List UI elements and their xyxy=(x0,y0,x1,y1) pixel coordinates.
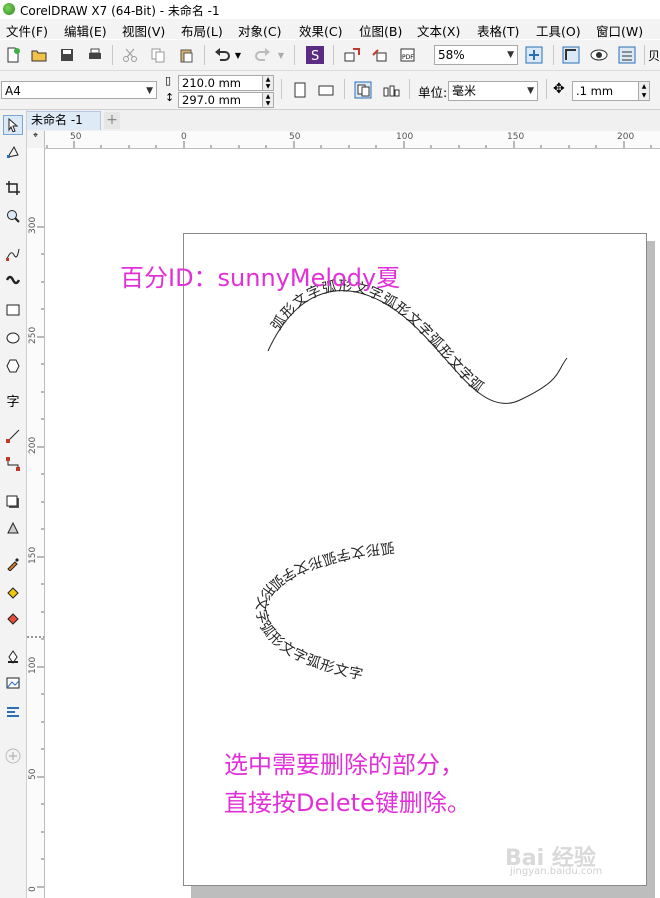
author-annotation: 百分ID：sunnyMelody夏 xyxy=(120,264,401,292)
baidu-watermark-url: jingyan.baidu.com xyxy=(510,866,603,877)
wave-path-text[interactable]: 弧形文字弧形文字弧形文字弧形文字弧 xyxy=(268,278,487,396)
wave-curve[interactable] xyxy=(267,290,568,404)
arc-path-text[interactable]: 弧形文字弧形文字弧形文字弧形文字弧形文字 xyxy=(252,539,395,684)
instruction-line-1: 选中需要删除的部分， xyxy=(224,751,464,779)
instruction-line-2: 直接按Delete键删除。 xyxy=(224,789,471,817)
